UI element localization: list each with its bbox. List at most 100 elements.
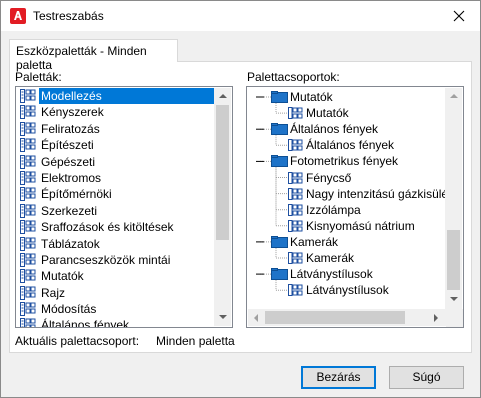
tree-node-label: Általános fények [290,122,379,137]
scroll-down-icon[interactable] [219,315,227,319]
palette-list-item[interactable]: Sraffozások és kitöltések [17,219,214,235]
folder-icon [271,235,288,248]
palette-icon [20,105,36,120]
palette-item-label: Rajz [41,285,66,300]
palettes-scroll-thumb[interactable] [216,105,229,240]
palette-item-label: Sraffozások és kitöltések [41,220,174,235]
palette-item-label: Táblázatok [41,236,100,251]
palette-list-item[interactable]: Parancseszközök mintái [17,252,214,268]
palette-list-item[interactable]: Építészeti [17,137,214,153]
palette-icon [20,285,36,300]
palette-list-item[interactable]: Általános fények [17,317,214,328]
folder-icon [271,155,288,168]
tree-node-label: Kamerák [290,234,339,249]
palette-icon [288,107,303,120]
palette-icon [20,302,36,317]
palette-icon [20,154,36,169]
tree-node-label: Fotometrikus fények [290,154,399,169]
tree-node-label: Fénycső [306,170,352,185]
palette-icon [288,219,303,232]
folder-icon [271,91,288,103]
palettes-label: Paletták: [15,70,62,84]
title-bar: Testreszabás [1,1,480,31]
groups-horizontal-scrollbar[interactable] [248,309,446,326]
palette-icon [20,170,36,185]
palette-list-item[interactable]: Modellezés [17,88,220,104]
palette-icon [288,284,303,297]
palette-icon [20,269,36,284]
palette-item-label: Kényszerek [41,105,104,120]
tree-node-label: Általános fények [306,138,395,153]
palette-icon [20,187,36,202]
customize-dialog: Testreszabás Eszközpaletták - Minden pal… [0,0,481,398]
palettes-vertical-scrollbar[interactable] [214,88,231,326]
close-window-button[interactable] [444,4,474,28]
palette-item-label: Mutatók [41,269,84,284]
palette-item-label: Elektromos [41,170,102,185]
scroll-up-icon[interactable] [450,94,458,98]
current-group-label: Aktuális palettacsoport: [15,334,140,348]
palette-icon [20,318,36,327]
palette-list-item[interactable]: Építőmérnöki [17,186,214,202]
palette-item-label: Szerkezeti [41,203,98,218]
tree-node-label: Mutatók [290,90,333,104]
palette-item-label: Általános fények [41,318,130,328]
palette-item-label: Feliratozás [41,121,100,136]
help-button[interactable]: Súgó [389,366,464,389]
tree-node-label: Kisnyomású nátrium [306,218,415,233]
groups-scroll-thumb[interactable] [447,230,460,290]
palette-list-item[interactable]: Módosítás [17,301,214,317]
tree-node-label: Kamerák [306,251,355,265]
palette-list-item[interactable]: Feliratozás [17,121,214,137]
groups-label: Palettacsoportok: [247,70,340,84]
palette-groups-tree[interactable]: Mutatók Mutatók Általános fények Általános … [246,86,464,328]
folder-icon [271,123,288,136]
current-group-value: Minden paletta [156,334,235,348]
palette-icon [288,203,303,216]
palette-icon [20,121,36,136]
tree-node-label: Izzólámpa [306,202,361,217]
palette-list-item[interactable]: Kényszerek [17,104,214,120]
scroll-down-icon[interactable] [450,297,458,301]
palette-item-label: Parancseszközök mintái [41,252,171,267]
palette-list-item[interactable]: Szerkezeti [17,203,214,219]
palette-item-label: Építészeti [41,138,94,153]
palette-icon [20,220,36,235]
palette-item-label: Építőmérnöki [41,187,112,202]
palette-icon [20,203,36,218]
groups-hscroll-thumb[interactable] [265,311,405,324]
window-title: Testreszabás [33,9,104,23]
palette-list-item[interactable]: Táblázatok [17,236,214,252]
tree-node-label: Látványstílusok [306,283,389,298]
palette-icon [288,252,303,264]
scroll-corner [446,309,463,327]
palette-icon [288,171,303,184]
close-button[interactable]: Bezárás [301,366,376,389]
tab-palettes[interactable]: Eszközpaletták - Minden paletta [9,39,178,72]
scroll-up-icon[interactable] [219,94,227,98]
groups-vertical-scrollbar[interactable] [445,88,462,309]
palette-list-item[interactable]: Rajz [17,285,214,301]
palette-list-item[interactable]: Gépészeti [17,154,214,170]
scroll-left-icon[interactable] [254,314,258,322]
autocad-icon [10,8,26,24]
palettes-list-items: Modellezés Kényszerek Feliratozás Építészet… [17,88,220,328]
palette-list-item[interactable]: Elektromos [17,170,214,186]
tree-node-label: Mutatók [306,106,349,121]
palette-icon [20,236,36,251]
palette-icon [20,89,36,103]
palette-item-label: Módosítás [41,302,97,317]
palette-item-label: Gépészeti [41,154,96,169]
palette-icon [288,139,303,152]
palette-icon [20,138,36,153]
folder-icon [271,268,288,281]
palette-icon [20,252,36,267]
palette-icon [288,187,303,200]
palette-list-item[interactable]: Mutatók [17,268,214,284]
palettes-list[interactable]: Modellezés Kényszerek Feliratozás Építészet… [15,86,233,328]
palette-item-label: Modellezés [39,88,220,104]
tree-node-label: Látványstílusok [290,267,373,282]
scroll-right-icon[interactable] [434,314,438,322]
close-icon [453,10,465,22]
tree-node-label: Nagy intenzitású gázkisülésű [306,186,461,201]
